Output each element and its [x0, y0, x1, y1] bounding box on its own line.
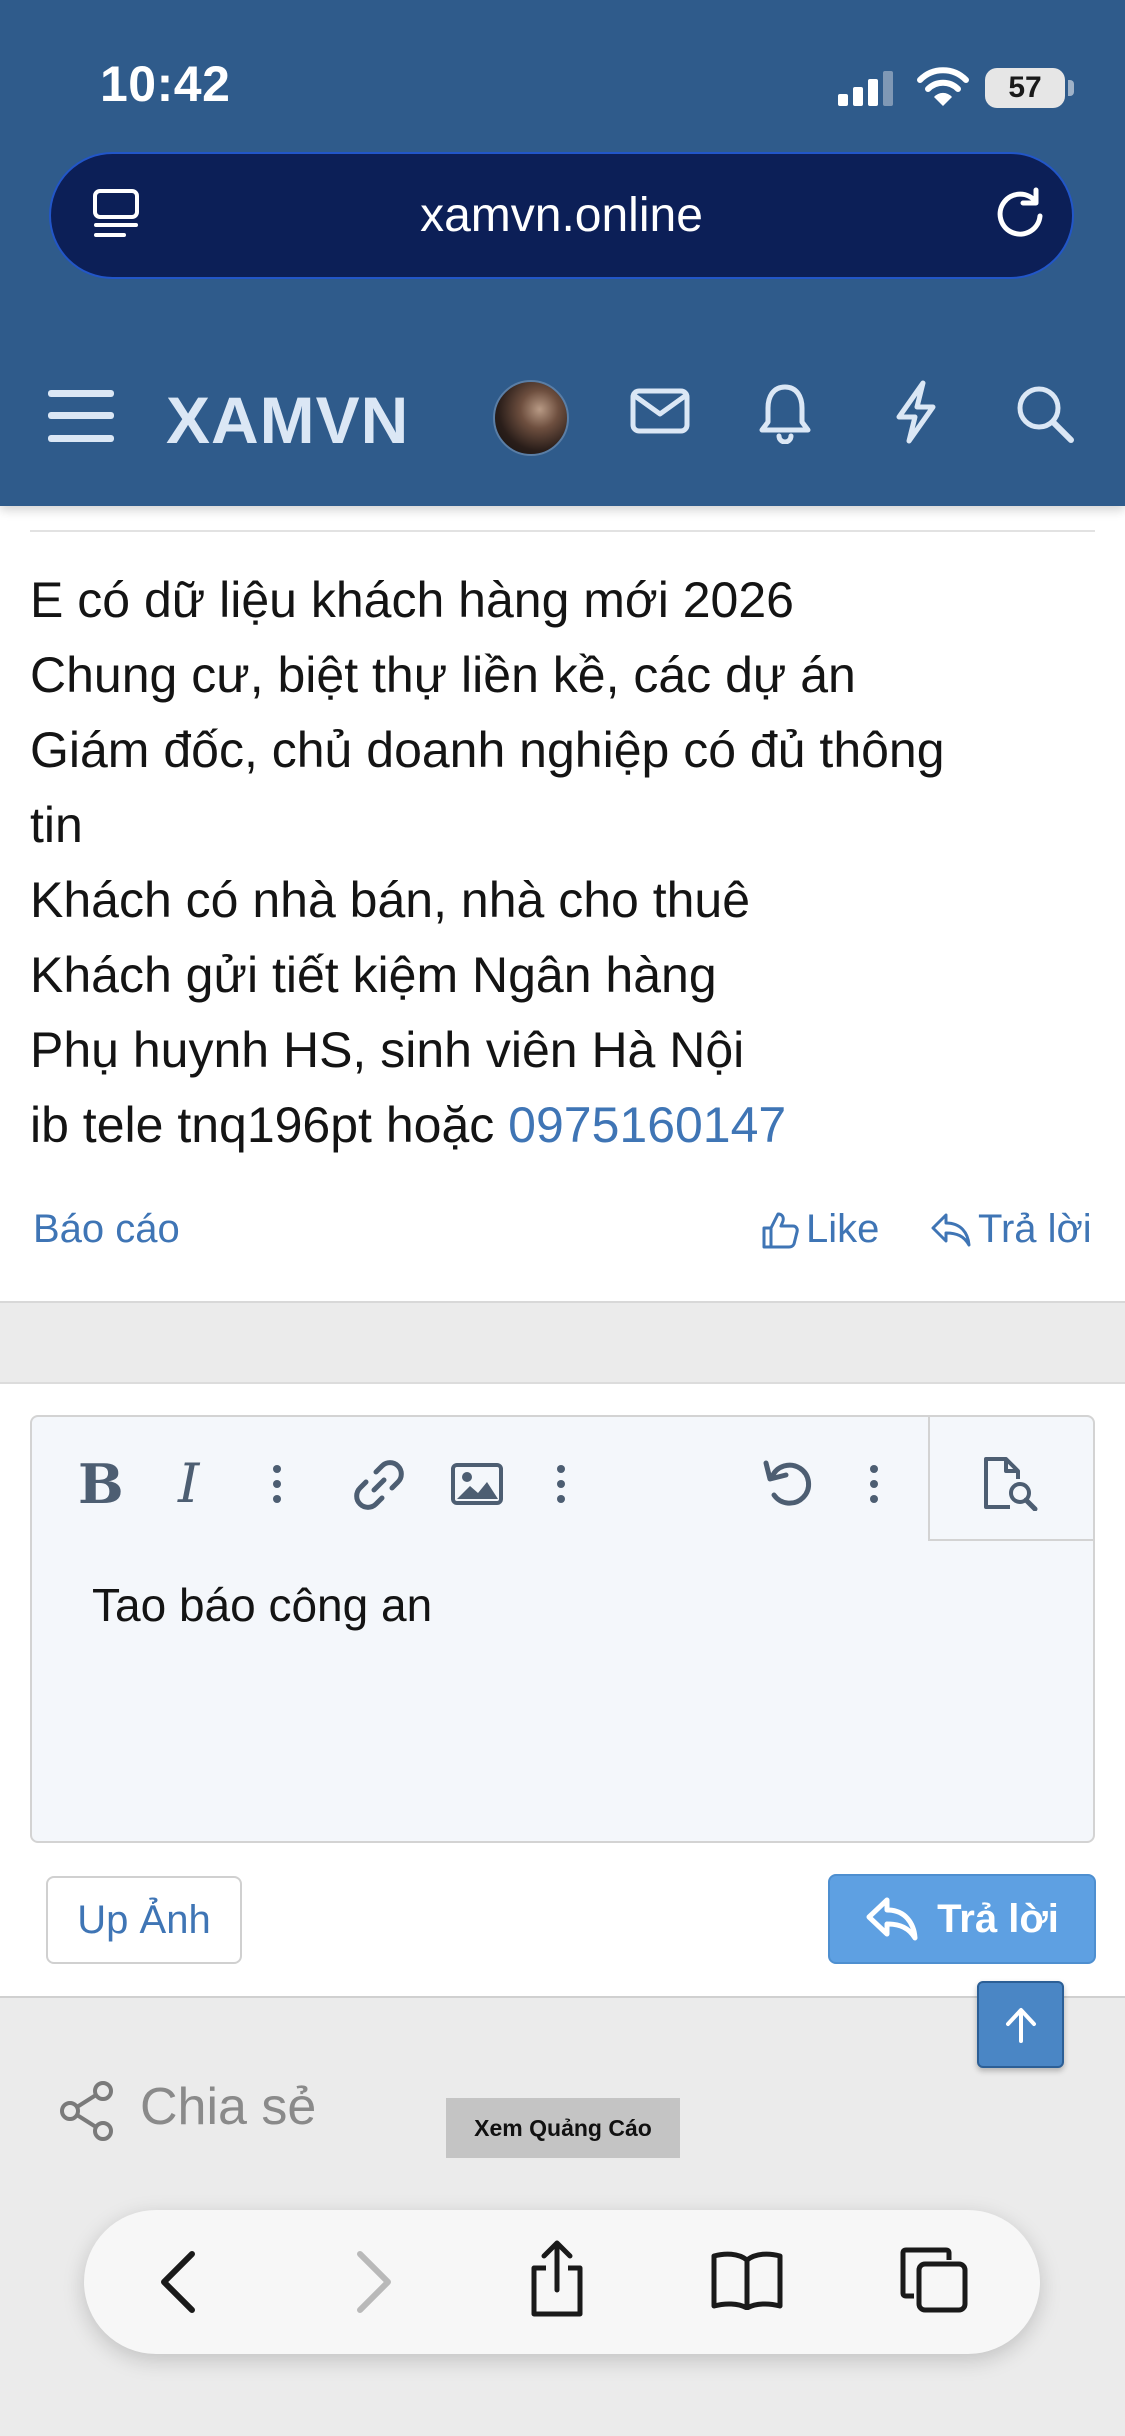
mail-icon[interactable] — [630, 388, 690, 434]
post-line: E có dữ liệu khách hàng mới 2026 — [30, 572, 794, 628]
reader-mode-icon[interactable] — [92, 188, 140, 240]
bold-icon[interactable]: B — [78, 1452, 124, 1516]
share-label[interactable]: Chia sẻ — [140, 2077, 316, 2137]
user-avatar[interactable] — [493, 380, 569, 456]
editor-content[interactable]: Tao báo công an — [92, 1578, 432, 1632]
reply-link-label: Trả lời — [978, 1207, 1092, 1251]
share-sheet-icon[interactable] — [526, 2240, 588, 2318]
post-line: Phụ huynh HS, sinh viên Hà Nội — [30, 1022, 745, 1078]
address-bar[interactable]: xamvn.online — [49, 152, 1074, 279]
tabs-icon[interactable] — [900, 2244, 970, 2314]
forward-icon[interactable] — [354, 2250, 394, 2314]
toolbar-divider — [930, 1539, 1093, 1541]
scroll-to-top-button[interactable] — [977, 1981, 1064, 2068]
wifi-icon — [917, 67, 969, 106]
status-time: 10:42 — [100, 56, 231, 112]
reply-arrow-icon — [931, 1213, 971, 1246]
reply-arrow-icon — [866, 1897, 918, 1941]
arrow-up-icon — [1005, 2007, 1036, 2043]
post-divider — [30, 530, 1095, 532]
search-icon[interactable] — [1015, 384, 1075, 444]
upload-image-label: Up Ảnh — [77, 1898, 211, 1942]
submit-reply-label: Trả lời — [937, 1896, 1059, 1941]
site-logo[interactable]: XAMVN — [166, 382, 409, 458]
post-body: E có dữ liệu khách hàng mới 2026 Chung c… — [30, 563, 1100, 1163]
post-line: Khách có nhà bán, nhà cho thuê — [30, 872, 751, 928]
post-line: Chung cư, biệt thự liền kề, các dự án — [30, 647, 856, 703]
lightning-bolt-icon[interactable] — [893, 380, 939, 444]
hamburger-menu-icon[interactable] — [48, 388, 114, 444]
back-icon[interactable] — [158, 2250, 198, 2314]
toolbar-divider — [928, 1417, 930, 1541]
bookmarks-icon[interactable] — [710, 2250, 784, 2310]
cellular-signal-icon — [838, 71, 893, 106]
more-options-icon[interactable] — [867, 1463, 881, 1505]
post-line: Giám đốc, chủ doanh nghiệp có đủ thông — [30, 722, 945, 778]
battery-level: 57 — [1008, 71, 1042, 104]
undo-icon[interactable] — [760, 1455, 814, 1509]
thumbs-up-icon — [762, 1212, 799, 1248]
url-text: xamvn.online — [420, 189, 703, 242]
phone-link[interactable]: 0975160147 — [508, 1097, 786, 1153]
upload-image-button[interactable]: Up Ảnh — [46, 1876, 242, 1964]
like-button[interactable]: Like — [760, 1207, 879, 1252]
battery-indicator: 57 — [985, 68, 1065, 108]
view-ad-label[interactable]: Xem Quảng Cáo — [446, 2098, 680, 2158]
submit-reply-button[interactable]: Trả lời — [828, 1874, 1096, 1964]
post-line: tin — [30, 797, 83, 853]
battery-tip — [1068, 80, 1074, 96]
more-options-icon[interactable] — [554, 1463, 568, 1505]
bell-icon[interactable] — [758, 382, 812, 444]
report-link[interactable]: Báo cáo — [33, 1207, 180, 1252]
more-options-icon[interactable] — [270, 1463, 284, 1505]
preview-icon[interactable] — [980, 1455, 1040, 1511]
link-icon[interactable] — [352, 1458, 406, 1512]
italic-icon[interactable]: I — [178, 1452, 199, 1515]
reply-link[interactable]: Trả lời — [930, 1207, 1092, 1252]
reload-icon[interactable] — [992, 186, 1048, 242]
post-line: Khách gửi tiết kiệm Ngân hàng — [30, 947, 717, 1003]
post-contact-text: ib tele tnq196pt hoặc — [30, 1097, 509, 1153]
share-icon[interactable] — [58, 2080, 116, 2142]
like-label: Like — [806, 1207, 880, 1251]
post-contact-line: ib tele tnq196pt hoặc 0975160147 — [30, 1088, 1100, 1163]
image-icon[interactable] — [450, 1462, 504, 1506]
